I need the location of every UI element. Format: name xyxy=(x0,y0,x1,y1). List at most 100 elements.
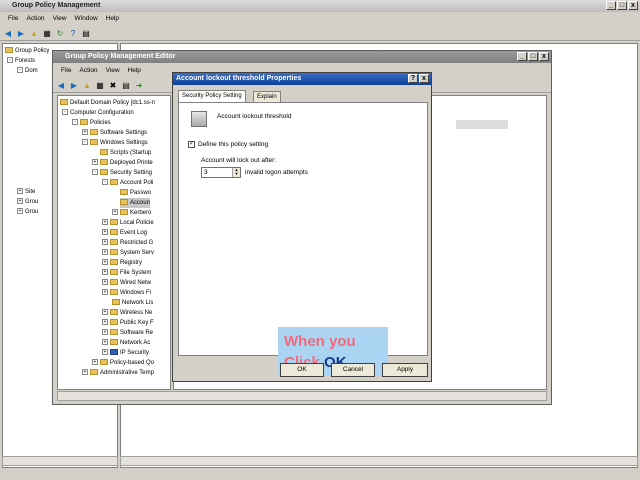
expand-icon[interactable]: + xyxy=(82,369,88,376)
menu-view[interactable]: View xyxy=(53,13,67,24)
tree-item[interactable]: + File System xyxy=(102,268,151,278)
maximize-button[interactable]: □ xyxy=(528,52,538,61)
close-button[interactable]: x xyxy=(628,1,638,10)
tree-item[interactable]: - Account Poli xyxy=(102,178,153,188)
tree-item[interactable]: Scripts (Startup xyxy=(100,148,151,158)
tree-item[interactable]: + Software Re xyxy=(102,328,153,338)
menu-action[interactable]: Action xyxy=(79,65,97,76)
refresh-icon[interactable]: ↻ xyxy=(55,29,65,39)
define-policy-checkbox[interactable]: ✓ xyxy=(188,141,195,148)
expand-icon[interactable]: + xyxy=(102,319,108,326)
expand-icon[interactable]: + xyxy=(102,289,108,296)
grid-icon[interactable]: ▦ xyxy=(42,29,52,39)
forward-icon[interactable]: ▶ xyxy=(69,81,79,91)
collapse-icon[interactable]: - xyxy=(17,67,23,74)
tree-item[interactable]: + Software Settings xyxy=(82,128,147,138)
tree-item[interactable]: - Forests xyxy=(7,56,35,66)
tree-item-selected[interactable]: Accoun xyxy=(120,198,151,208)
attempts-value[interactable]: 3 xyxy=(204,169,208,176)
ok-button[interactable]: OK xyxy=(280,363,324,377)
maximize-button[interactable]: □ xyxy=(617,1,627,10)
forward-icon[interactable]: ▶ xyxy=(16,29,26,39)
collapse-icon[interactable]: - xyxy=(62,109,68,116)
tree-item[interactable]: - Dom xyxy=(17,66,38,76)
tree-item[interactable]: + Local Policie xyxy=(102,218,154,228)
close-button[interactable]: x xyxy=(419,74,429,83)
spinner-arrows-icon[interactable]: ▲ ▼ xyxy=(232,168,240,177)
apply-button[interactable]: Apply xyxy=(382,363,428,377)
menu-file[interactable]: File xyxy=(61,65,71,76)
tab-security-policy-setting[interactable]: Security Policy Setting xyxy=(178,90,246,102)
expand-icon[interactable]: + xyxy=(102,269,108,276)
tree-item[interactable]: + Grou xyxy=(17,197,38,207)
tree-item[interactable]: + IP Security xyxy=(102,348,149,358)
expand-icon[interactable]: + xyxy=(92,359,98,366)
tree-item[interactable]: + Registry xyxy=(102,258,142,268)
export-icon[interactable]: ➜ xyxy=(134,81,144,91)
tree-item[interactable]: + Site xyxy=(17,187,35,197)
tree-item[interactable]: Network Lis xyxy=(112,298,153,308)
menu-help[interactable]: Help xyxy=(128,65,141,76)
collapse-icon[interactable]: - xyxy=(82,139,88,146)
tree-item[interactable]: + Administrative Temp xyxy=(82,368,154,378)
grid-icon[interactable]: ▦ xyxy=(95,81,105,91)
menu-window[interactable]: Window xyxy=(75,13,98,24)
tree-item[interactable]: + Policy-based Qo xyxy=(92,358,154,368)
expand-icon[interactable]: + xyxy=(112,209,118,216)
menu-view[interactable]: View xyxy=(106,65,120,76)
up-folder-icon[interactable]: ▲ xyxy=(82,81,92,91)
expand-icon[interactable]: + xyxy=(17,198,23,205)
tree-item[interactable]: + System Serv xyxy=(102,248,154,258)
tree-item[interactable]: + Grou xyxy=(17,207,38,217)
expand-icon[interactable]: + xyxy=(102,239,108,246)
tree-item[interactable]: + Network Ac xyxy=(102,338,150,348)
tree-item[interactable]: Default Domain Policy [dc1.ss-n xyxy=(60,98,155,108)
help-button[interactable]: ? xyxy=(408,74,418,83)
collapse-icon[interactable]: - xyxy=(7,57,13,64)
expand-icon[interactable]: + xyxy=(102,249,108,256)
collapse-icon[interactable]: - xyxy=(72,119,78,126)
help-icon[interactable]: ? xyxy=(68,29,78,39)
expand-icon[interactable]: + xyxy=(102,219,108,226)
properties-icon[interactable]: ▤ xyxy=(81,29,91,39)
menu-file[interactable]: File xyxy=(8,13,18,24)
menu-action[interactable]: Action xyxy=(26,13,44,24)
tree-item[interactable]: Group Policy xyxy=(5,46,49,56)
tree-item[interactable]: + Public Key F xyxy=(102,318,154,328)
horizontal-scrollbar[interactable] xyxy=(2,456,118,466)
expand-icon[interactable]: + xyxy=(102,329,108,336)
tree-item[interactable]: + Windows Fi xyxy=(102,288,151,298)
tree-item[interactable]: + Event Log xyxy=(102,228,147,238)
expand-icon[interactable]: + xyxy=(17,188,23,195)
minimize-button[interactable]: _ xyxy=(517,52,527,61)
expand-icon[interactable]: + xyxy=(102,309,108,316)
close-button[interactable]: x xyxy=(539,52,549,61)
expand-icon[interactable]: + xyxy=(102,279,108,286)
expand-icon[interactable]: + xyxy=(102,259,108,266)
delete-icon[interactable]: ✖ xyxy=(108,81,118,91)
collapse-icon[interactable]: - xyxy=(102,179,108,186)
define-policy-row[interactable]: ✓ Define this policy setting xyxy=(188,141,268,148)
minimize-button[interactable]: _ xyxy=(606,1,616,10)
expand-icon[interactable]: + xyxy=(102,349,108,356)
expand-icon[interactable]: + xyxy=(102,229,108,236)
horizontal-scrollbar[interactable] xyxy=(120,456,638,466)
back-icon[interactable]: ◀ xyxy=(3,29,13,39)
tree-item[interactable]: + Wireless Ne xyxy=(102,308,152,318)
expand-icon[interactable]: + xyxy=(92,159,98,166)
properties-icon[interactable]: ▤ xyxy=(121,81,131,91)
tree-item[interactable]: - Policies xyxy=(72,118,111,128)
cancel-button[interactable]: Cancel xyxy=(331,363,375,377)
collapse-icon[interactable]: - xyxy=(92,169,98,176)
attempts-spinner[interactable]: 3 ▲ ▼ xyxy=(201,167,241,178)
expand-icon[interactable]: + xyxy=(102,339,108,346)
menu-help[interactable]: Help xyxy=(106,13,119,24)
tree-item[interactable]: - Security Setting xyxy=(92,168,152,178)
tree-item[interactable]: Passwo xyxy=(120,188,151,198)
tree-item[interactable]: + Deployed Printe xyxy=(92,158,153,168)
tree-item[interactable]: - Computer Configuration xyxy=(62,108,134,118)
tree-item[interactable]: - Windows Settings xyxy=(82,138,148,148)
expand-icon[interactable]: + xyxy=(17,208,23,215)
expand-icon[interactable]: + xyxy=(82,129,88,136)
back-icon[interactable]: ◀ xyxy=(56,81,66,91)
